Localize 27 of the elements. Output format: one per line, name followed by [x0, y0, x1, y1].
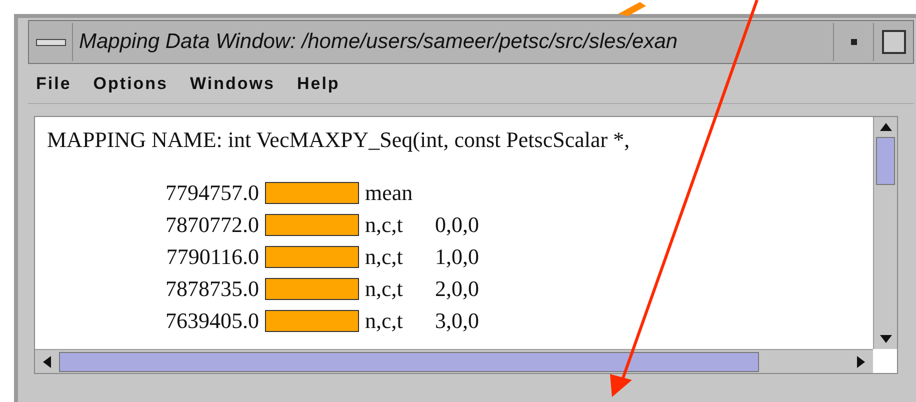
coordinates-text: 2,0,0	[435, 275, 479, 303]
menu-item[interactable]: File	[36, 70, 72, 96]
minimize-icon	[850, 39, 856, 45]
horizontal-scrollbar[interactable]	[35, 349, 873, 373]
mapping-name: MAPPING NAME: int VecMAXPY_Seq(int, const PetscScalar *,	[47, 126, 631, 154]
coordinates-text: 0,0,0	[435, 211, 479, 239]
coordinates-text: 3,0,0	[435, 307, 479, 335]
menu-item[interactable]: Help	[296, 70, 340, 96]
value-text: 7790116.0	[165, 243, 259, 271]
maximize-icon	[882, 30, 906, 54]
value-text: 7870772.0	[164, 211, 259, 239]
label-text: n,c,t	[365, 307, 404, 335]
window-menu-icon	[36, 38, 66, 46]
value-text: 7639405.0	[164, 307, 259, 335]
window-title: Mapping Data Window: /home/users/sameer/petsc/src/sles/exan	[78, 29, 679, 56]
label-text: n,c,t	[365, 211, 404, 239]
label-text: n,c,t	[365, 275, 404, 303]
menu-item[interactable]: Windows	[190, 70, 275, 96]
label-text: n,c,t	[365, 243, 404, 271]
menu-item[interactable]: Options	[93, 70, 168, 96]
vertical-scrollbar[interactable]	[873, 117, 897, 349]
coordinates-text: 1,0,0	[435, 243, 479, 271]
label-text: mean	[365, 179, 414, 207]
value-text: 7794757.0	[164, 179, 259, 207]
value-text: 7878735.0	[164, 275, 259, 303]
scroll-thumb[interactable]	[59, 352, 759, 372]
scroll-thumb[interactable]	[876, 137, 895, 185]
